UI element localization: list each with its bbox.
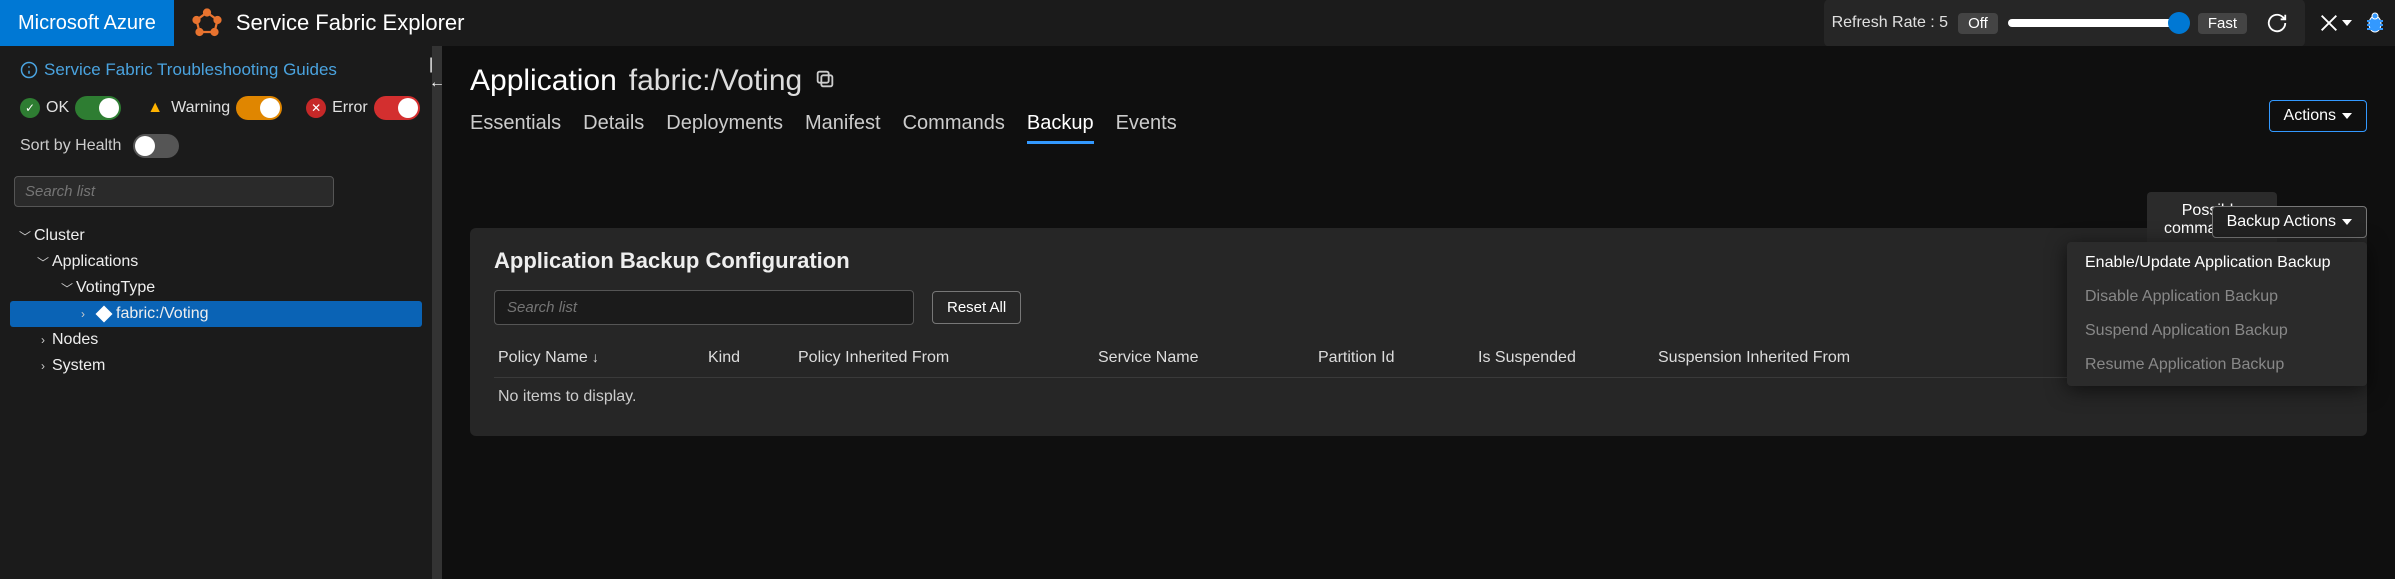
azure-brand[interactable]: Microsoft Azure [0,0,174,46]
product-title: Service Fabric Explorer [236,10,465,36]
ok-badge-icon: ✓ [20,98,40,118]
refresh-off-button[interactable]: Off [1958,13,1998,34]
chevron-down-icon [2342,113,2352,119]
panel-title: Application Backup Configuration [494,248,2343,274]
health-error-label: Error [332,99,368,117]
refresh-fast-button[interactable]: Fast [2198,13,2247,34]
reset-all-button[interactable]: Reset All [932,291,1021,324]
col-service-name[interactable]: Service Name [1098,349,1318,367]
sort-desc-icon: ↓ [592,349,599,365]
tree-node-system[interactable]: ›System [10,353,422,379]
tab-manifest[interactable]: Manifest [805,112,881,144]
refresh-icon[interactable] [2257,3,2297,43]
empty-state: No items to display. [494,377,2343,416]
tools-icon[interactable] [2315,3,2355,43]
menu-disable-backup[interactable]: Disable Application Backup [2067,280,2367,314]
backup-actions-button[interactable]: Backup Actions [2212,206,2367,238]
app-icon [96,306,113,323]
health-warning-toggle[interactable] [236,96,282,120]
col-policy-name[interactable]: Policy Name↓ [498,349,708,367]
tab-row: Essentials Details Deployments Manifest … [470,112,2367,144]
health-error-toggle[interactable] [374,96,420,120]
tab-backup[interactable]: Backup [1027,112,1094,144]
menu-enable-update-backup[interactable]: Enable/Update Application Backup [2067,246,2367,280]
sort-by-health-toggle[interactable] [133,134,179,158]
backup-actions-menu: Enable/Update Application Backup Disable… [2067,242,2367,386]
tree-node-cluster[interactable]: ﹀Cluster [10,223,422,249]
tab-deployments[interactable]: Deployments [666,112,783,144]
menu-suspend-backup[interactable]: Suspend Application Backup [2067,314,2367,348]
tab-events[interactable]: Events [1116,112,1177,144]
tree-node-applications[interactable]: ﹀Applications [10,249,422,275]
health-ok-toggle[interactable] [75,96,121,120]
actions-button[interactable]: Actions [2269,100,2367,132]
error-badge-icon: ✕ [306,98,326,118]
service-fabric-logo-icon [192,8,222,38]
refresh-rate-slider[interactable] [2008,19,2188,27]
col-is-suspended[interactable]: Is Suspended [1478,349,1658,367]
bug-icon[interactable] [2355,3,2395,43]
refresh-rate-label: Refresh Rate : 5 [1832,14,1949,32]
tab-details[interactable]: Details [583,112,644,144]
menu-resume-backup[interactable]: Resume Application Backup [2067,348,2367,382]
tab-essentials[interactable]: Essentials [470,112,561,144]
chevron-down-icon [2342,219,2352,225]
tree-node-votingtype[interactable]: ﹀VotingType [10,275,422,301]
troubleshooting-guides-link[interactable]: Service Fabric Troubleshooting Guides [20,60,422,80]
tree-node-voting[interactable]: › fabric:/Voting [10,301,422,327]
page-title: Application fabric:/Voting [470,64,2367,98]
splitter-handle[interactable]: |← [432,46,442,579]
sidebar: Service Fabric Troubleshooting Guides ✓ … [0,46,432,579]
col-partition-id[interactable]: Partition Id [1318,349,1478,367]
health-warning-label: Warning [171,99,230,117]
copy-icon[interactable] [814,64,836,98]
tree-node-nodes[interactable]: ›Nodes [10,327,422,353]
tab-commands[interactable]: Commands [903,112,1005,144]
warning-badge-icon: ▲ [145,98,165,118]
col-kind[interactable]: Kind [708,349,798,367]
sidebar-search-input[interactable] [14,176,334,207]
health-ok-label: OK [46,99,69,117]
col-inherited-from[interactable]: Policy Inherited From [798,349,1098,367]
sort-by-health-label: Sort by Health [20,137,121,155]
panel-search-input[interactable] [494,290,914,325]
